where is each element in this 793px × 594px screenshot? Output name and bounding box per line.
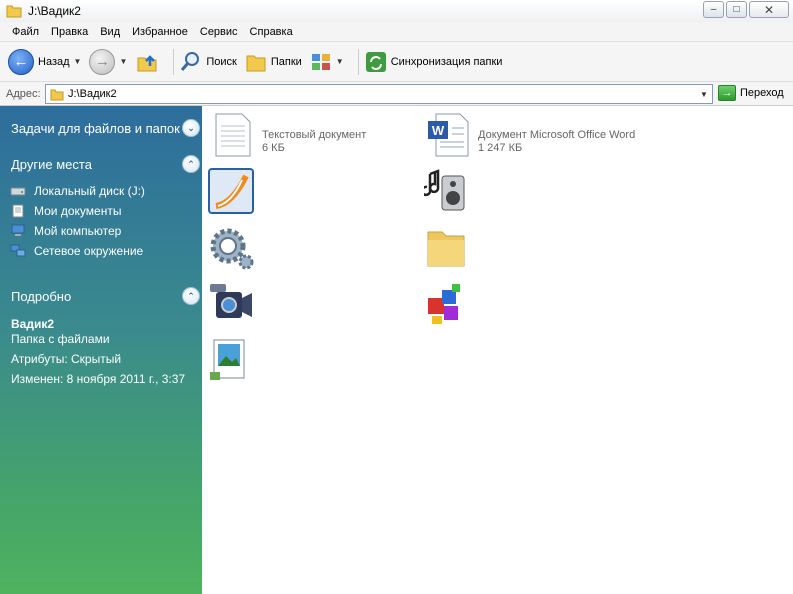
details-type: Папка с файлами (11, 332, 110, 346)
folder-item[interactable] (424, 168, 470, 214)
menu-tools[interactable]: Сервис (194, 26, 244, 38)
menu-favorites[interactable]: Избранное (126, 26, 194, 38)
go-button[interactable]: → Переход (718, 85, 784, 101)
address-field[interactable]: J:\Вадик2 ▼ (45, 84, 713, 104)
details-modified: Изменен: 8 ноября 2011 г., 3:37 (11, 372, 186, 386)
file-type: Документ Microsoft Office Word (478, 129, 636, 141)
place-local-disk[interactable]: Локальный диск (J:) (10, 184, 145, 198)
close-button[interactable]: ✕ (749, 1, 789, 18)
menu-help[interactable]: Справка (244, 26, 299, 38)
file-size: 1 247 КБ (478, 142, 523, 154)
folder-item[interactable] (208, 280, 254, 326)
folders-icon (246, 55, 266, 71)
word-document-icon: W (428, 113, 469, 157)
places-section-header[interactable]: Другие места ⌃ (0, 153, 202, 175)
back-dropdown-icon[interactable]: ▼ (74, 57, 82, 66)
details-name: Вадик2 (11, 317, 55, 331)
sync-folder-button[interactable]: Синхронизация папки (365, 51, 503, 73)
up-folder-icon (137, 54, 157, 71)
place-label: Мой компьютер (34, 224, 122, 238)
tasks-section-title: Задачи для файлов и папок (11, 120, 180, 136)
file-item[interactable]: W Документ Microsoft Office Word 1 247 К… (426, 112, 635, 158)
up-folder-button[interactable] (135, 50, 159, 74)
folder-item[interactable] (208, 336, 254, 382)
computer-icon (11, 224, 25, 236)
documents-icon (12, 204, 24, 218)
chevron-up-icon[interactable]: ⌃ (182, 287, 200, 305)
views-dropdown-icon[interactable]: ▼ (336, 57, 344, 66)
folder-item[interactable] (424, 224, 470, 270)
file-item[interactable]: Текстовый документ 6 КБ (210, 112, 366, 158)
details-section-header[interactable]: Подробно ⌃ (0, 285, 202, 307)
network-icon (10, 244, 26, 257)
details-attributes: Атрибуты: Скрытый (11, 352, 122, 366)
sync-label: Синхронизация папки (390, 55, 503, 68)
menu-file[interactable]: Файл (6, 26, 45, 38)
places-section-title: Другие места (11, 156, 92, 172)
search-icon (181, 51, 200, 71)
back-label: Назад (38, 55, 70, 68)
go-label: Переход (740, 87, 784, 99)
file-name (262, 116, 366, 129)
address-value: J:\Вадик2 (68, 88, 117, 100)
search-label: Поиск (206, 55, 237, 68)
minimize-button[interactable]: – (703, 1, 724, 18)
place-network[interactable]: Сетевое окружение (10, 244, 143, 258)
folder-icon (50, 89, 64, 100)
chevron-up-icon[interactable]: ⌃ (182, 155, 200, 173)
window-title: J:\Вадик2 (28, 4, 81, 18)
forward-dropdown-icon[interactable]: ▼ (119, 57, 127, 66)
presentation-app-icon (208, 168, 254, 214)
search-button[interactable]: Поиск (180, 51, 237, 73)
toolbar-separator (173, 48, 175, 75)
folder-item[interactable] (424, 280, 470, 326)
place-label: Локальный диск (J:) (34, 184, 145, 198)
folder-item[interactable] (208, 168, 254, 214)
task-pane: Задачи для файлов и папок ⌄ Другие места… (0, 106, 202, 594)
file-list: Текстовый документ 6 КБ W Документ Micro… (202, 106, 793, 594)
folder-icon (427, 231, 465, 267)
file-name (478, 116, 635, 129)
games-icon (428, 284, 460, 324)
views-icon (311, 53, 330, 70)
images-icon (210, 339, 245, 380)
video-camera-icon (210, 284, 252, 318)
place-my-documents[interactable]: Мои документы (10, 204, 121, 218)
address-dropdown-icon[interactable]: ▼ (696, 85, 712, 103)
details-section-title: Подробно (11, 288, 72, 304)
toolbar-separator (357, 48, 359, 75)
music-icon (424, 169, 465, 211)
back-button[interactable]: ← Назад ▼ (8, 48, 82, 75)
menu-view[interactable]: Вид (94, 26, 126, 38)
place-label: Мои документы (34, 204, 122, 218)
menu-bar: Файл Правка Вид Избранное Сервис Справка (0, 22, 793, 42)
file-type: Текстовый документ (262, 129, 367, 141)
forward-arrow-icon: → (89, 48, 116, 75)
folder-item[interactable] (208, 224, 254, 270)
folder-icon (6, 5, 22, 18)
sync-icon (365, 51, 386, 72)
text-document-icon (215, 113, 251, 157)
title-bar: J:\Вадик2 – □ ✕ (0, 0, 793, 22)
forward-button[interactable]: → ▼ (89, 48, 127, 75)
back-arrow-icon: ← (8, 48, 34, 75)
folders-button[interactable]: Папки (245, 51, 302, 73)
chevron-down-icon[interactable]: ⌄ (182, 119, 200, 137)
place-label: Сетевое окружение (34, 244, 144, 258)
settings-gears-icon (210, 228, 254, 270)
views-button[interactable]: ▼ (310, 51, 344, 73)
toolbar: ← Назад ▼ → ▼ Поиск Папки ▼ Синхронизаци… (0, 42, 793, 82)
go-arrow-icon: → (718, 85, 736, 101)
address-label: Адрес: (6, 87, 41, 100)
address-bar: Адрес: J:\Вадик2 ▼ → Переход (0, 82, 793, 106)
folders-label: Папки (270, 55, 302, 68)
file-size: 6 КБ (262, 142, 285, 154)
maximize-button[interactable]: □ (726, 1, 747, 18)
place-my-computer[interactable]: Мой компьютер (10, 224, 121, 238)
menu-edit[interactable]: Правка (45, 26, 94, 38)
hard-drive-icon (10, 187, 26, 196)
svg-text:W: W (432, 123, 445, 138)
tasks-section-header[interactable]: Задачи для файлов и папок ⌄ (0, 117, 202, 139)
